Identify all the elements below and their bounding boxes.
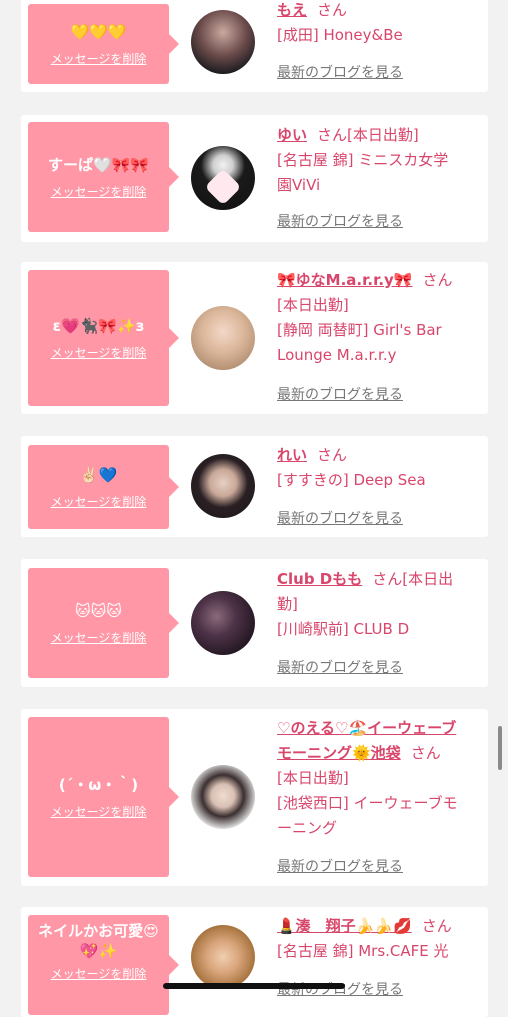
honorific: さん <box>372 570 403 588</box>
message-text: 💛💛💛 <box>70 22 127 41</box>
profile-name-link[interactable]: Club Dもも <box>277 570 362 588</box>
message-card: ε💗🐈‍⬛🎀✨з メッセージを削除 🎀ゆなM.a.r.r.y🎀 さん [本日出勤]… <box>21 262 488 414</box>
work-status: 勤] <box>277 595 298 613</box>
work-status: [本日出 <box>402 570 454 588</box>
avatar[interactable] <box>191 306 255 370</box>
latest-blog-link[interactable]: 最新のブログを見る <box>277 508 403 528</box>
latest-blog-link[interactable]: 最新のブログを見る <box>277 384 403 404</box>
latest-blog-link[interactable]: 最新のブログを見る <box>277 62 403 82</box>
heart-icon <box>204 168 242 206</box>
message-card: (´・ω・｀) メッセージを削除 ♡のえる♡🏖️イーウェーブ モーニング🌞池袋さ… <box>21 709 488 886</box>
profile-info: もえ さん [成田] Honey&Be <box>277 0 477 48</box>
profile-name-link[interactable]: れい <box>277 446 307 464</box>
message-card: 💛💛💛 メッセージを削除 もえ さん [成田] Honey&Be 最新のブログを見… <box>21 0 488 92</box>
profile-info: Club Dもも さん[本日出 勤] [川崎駅前] CLUB D <box>277 567 477 642</box>
honorific: さん <box>317 126 348 144</box>
honorific: さん <box>317 446 348 464</box>
message-bubble: ε💗🐈‍⬛🎀✨з メッセージを削除 <box>28 270 179 406</box>
message-bubble: ✌🏻💙 メッセージを削除 <box>28 445 179 529</box>
avatar[interactable] <box>191 765 255 829</box>
message-bubble: ネイルかお可愛😍 💖✨ メッセージを削除 <box>28 915 179 1015</box>
profile-info: れい さん [すすきの] Deep Sea <box>277 443 477 493</box>
shop-info: [池袋西口] イーウェーブモ <box>277 794 458 812</box>
shop-info: [名古屋 錦] Mrs.CAFE 光 <box>277 942 449 960</box>
latest-blog-link[interactable]: 最新のブログを見る <box>277 657 403 677</box>
honorific: さん <box>317 1 348 19</box>
delete-message-link[interactable]: メッセージを削除 <box>51 803 147 820</box>
delete-message-link[interactable]: メッセージを削除 <box>51 629 147 646</box>
shop-info: [川崎駅前] CLUB D <box>277 620 410 638</box>
message-card: ✌🏻💙 メッセージを削除 れい さん [すすきの] Deep Sea 最新のブログ… <box>21 436 488 537</box>
shop-info: [名古屋 錦] ミニスカ女学 <box>277 151 449 169</box>
work-status: [本日出勤] <box>277 769 349 787</box>
avatar[interactable] <box>191 146 255 210</box>
delete-message-link[interactable]: メッセージを削除 <box>51 493 147 510</box>
message-text: ネイルかお可愛😍 <box>38 922 159 940</box>
profile-info: 🎀ゆなM.a.r.r.y🎀 さん [本日出勤] [静岡 両替町] Girl's B… <box>277 268 477 368</box>
avatar[interactable] <box>191 925 255 989</box>
delete-message-link[interactable]: メッセージを削除 <box>51 50 147 67</box>
profile-name-link[interactable]: もえ <box>277 1 307 19</box>
message-text: ε💗🐈‍⬛🎀✨з <box>52 316 145 335</box>
latest-blog-link[interactable]: 最新のブログを見る <box>277 211 403 231</box>
avatar[interactable] <box>191 10 255 74</box>
profile-info: 💄湊 翔子🍌🍌💋 さん [名古屋 錦] Mrs.CAFE 光 <box>277 914 477 964</box>
profile-name-link[interactable]: 💄湊 翔子🍌🍌💋 <box>277 917 412 935</box>
delete-message-link[interactable]: メッセージを削除 <box>51 344 147 361</box>
profile-name-link[interactable]: ♡のえる♡🏖️イーウェーブ <box>277 719 456 737</box>
message-bubble: 🐱🐱🐱 メッセージを削除 <box>28 568 179 678</box>
message-bubble: 💛💛💛 メッセージを削除 <box>28 4 179 84</box>
work-status: [本日出勤] <box>277 296 349 314</box>
profile-info: ♡のえる♡🏖️イーウェーブ モーニング🌞池袋 さん [本日出勤] [池袋西口] イ… <box>277 716 477 841</box>
home-indicator[interactable] <box>163 983 345 989</box>
shop-info: [静岡 両替町] Girl's Bar <box>277 321 442 339</box>
profile-name-link[interactable]: 🎀ゆなM.a.r.r.y🎀 <box>277 271 413 289</box>
message-card: 🐱🐱🐱 メッセージを削除 Club Dもも さん[本日出 勤] [川崎駅前] CL… <box>21 559 488 687</box>
profile-name-link[interactable]: モーニング🌞池袋 <box>277 744 401 762</box>
shop-info: ーニング <box>277 819 338 837</box>
delete-message-link[interactable]: メッセージを削除 <box>51 183 147 200</box>
shop-info: 園ViVi <box>277 176 321 194</box>
message-text: 💖✨ <box>79 942 118 960</box>
message-bubble: すーぱ🤍🎀🎀 メッセージを削除 <box>28 122 179 232</box>
latest-blog-link[interactable]: 最新のブログを見る <box>277 856 403 876</box>
shop-info: [すすきの] Deep Sea <box>277 471 426 489</box>
profile-name-link[interactable]: ゆい <box>277 126 307 144</box>
message-text: 🐱🐱🐱 <box>75 601 122 620</box>
message-text: すーぱ🤍🎀🎀 <box>47 155 150 174</box>
message-bubble: (´・ω・｀) メッセージを削除 <box>28 717 179 877</box>
profile-info: ゆい さん[本日出勤] [名古屋 錦] ミニスカ女学 園ViVi <box>277 123 477 198</box>
honorific: さん <box>422 271 453 289</box>
scrollbar[interactable] <box>498 726 502 770</box>
shop-info: [成田] Honey&Be <box>277 26 403 44</box>
avatar[interactable] <box>191 454 255 518</box>
work-status: [本日出勤] <box>347 126 419 144</box>
avatar[interactable] <box>191 591 255 655</box>
message-text: (´・ω・｀) <box>58 775 139 794</box>
message-card: すーぱ🤍🎀🎀 メッセージを削除 ゆい さん[本日出勤] [名古屋 錦] ミニスカ女… <box>21 115 488 242</box>
latest-blog-link[interactable]: 最新のブログを見る <box>277 979 403 999</box>
message-card: ネイルかお可愛😍 💖✨ メッセージを削除 💄湊 翔子🍌🍌💋 さん [名古屋 錦] … <box>21 907 488 1017</box>
message-text: ✌🏻💙 <box>79 465 118 484</box>
shop-info: Lounge M.a.r.r.y <box>277 346 397 364</box>
honorific: さん <box>410 744 441 762</box>
honorific: さん <box>421 917 452 935</box>
delete-message-link[interactable]: メッセージを削除 <box>51 965 147 982</box>
